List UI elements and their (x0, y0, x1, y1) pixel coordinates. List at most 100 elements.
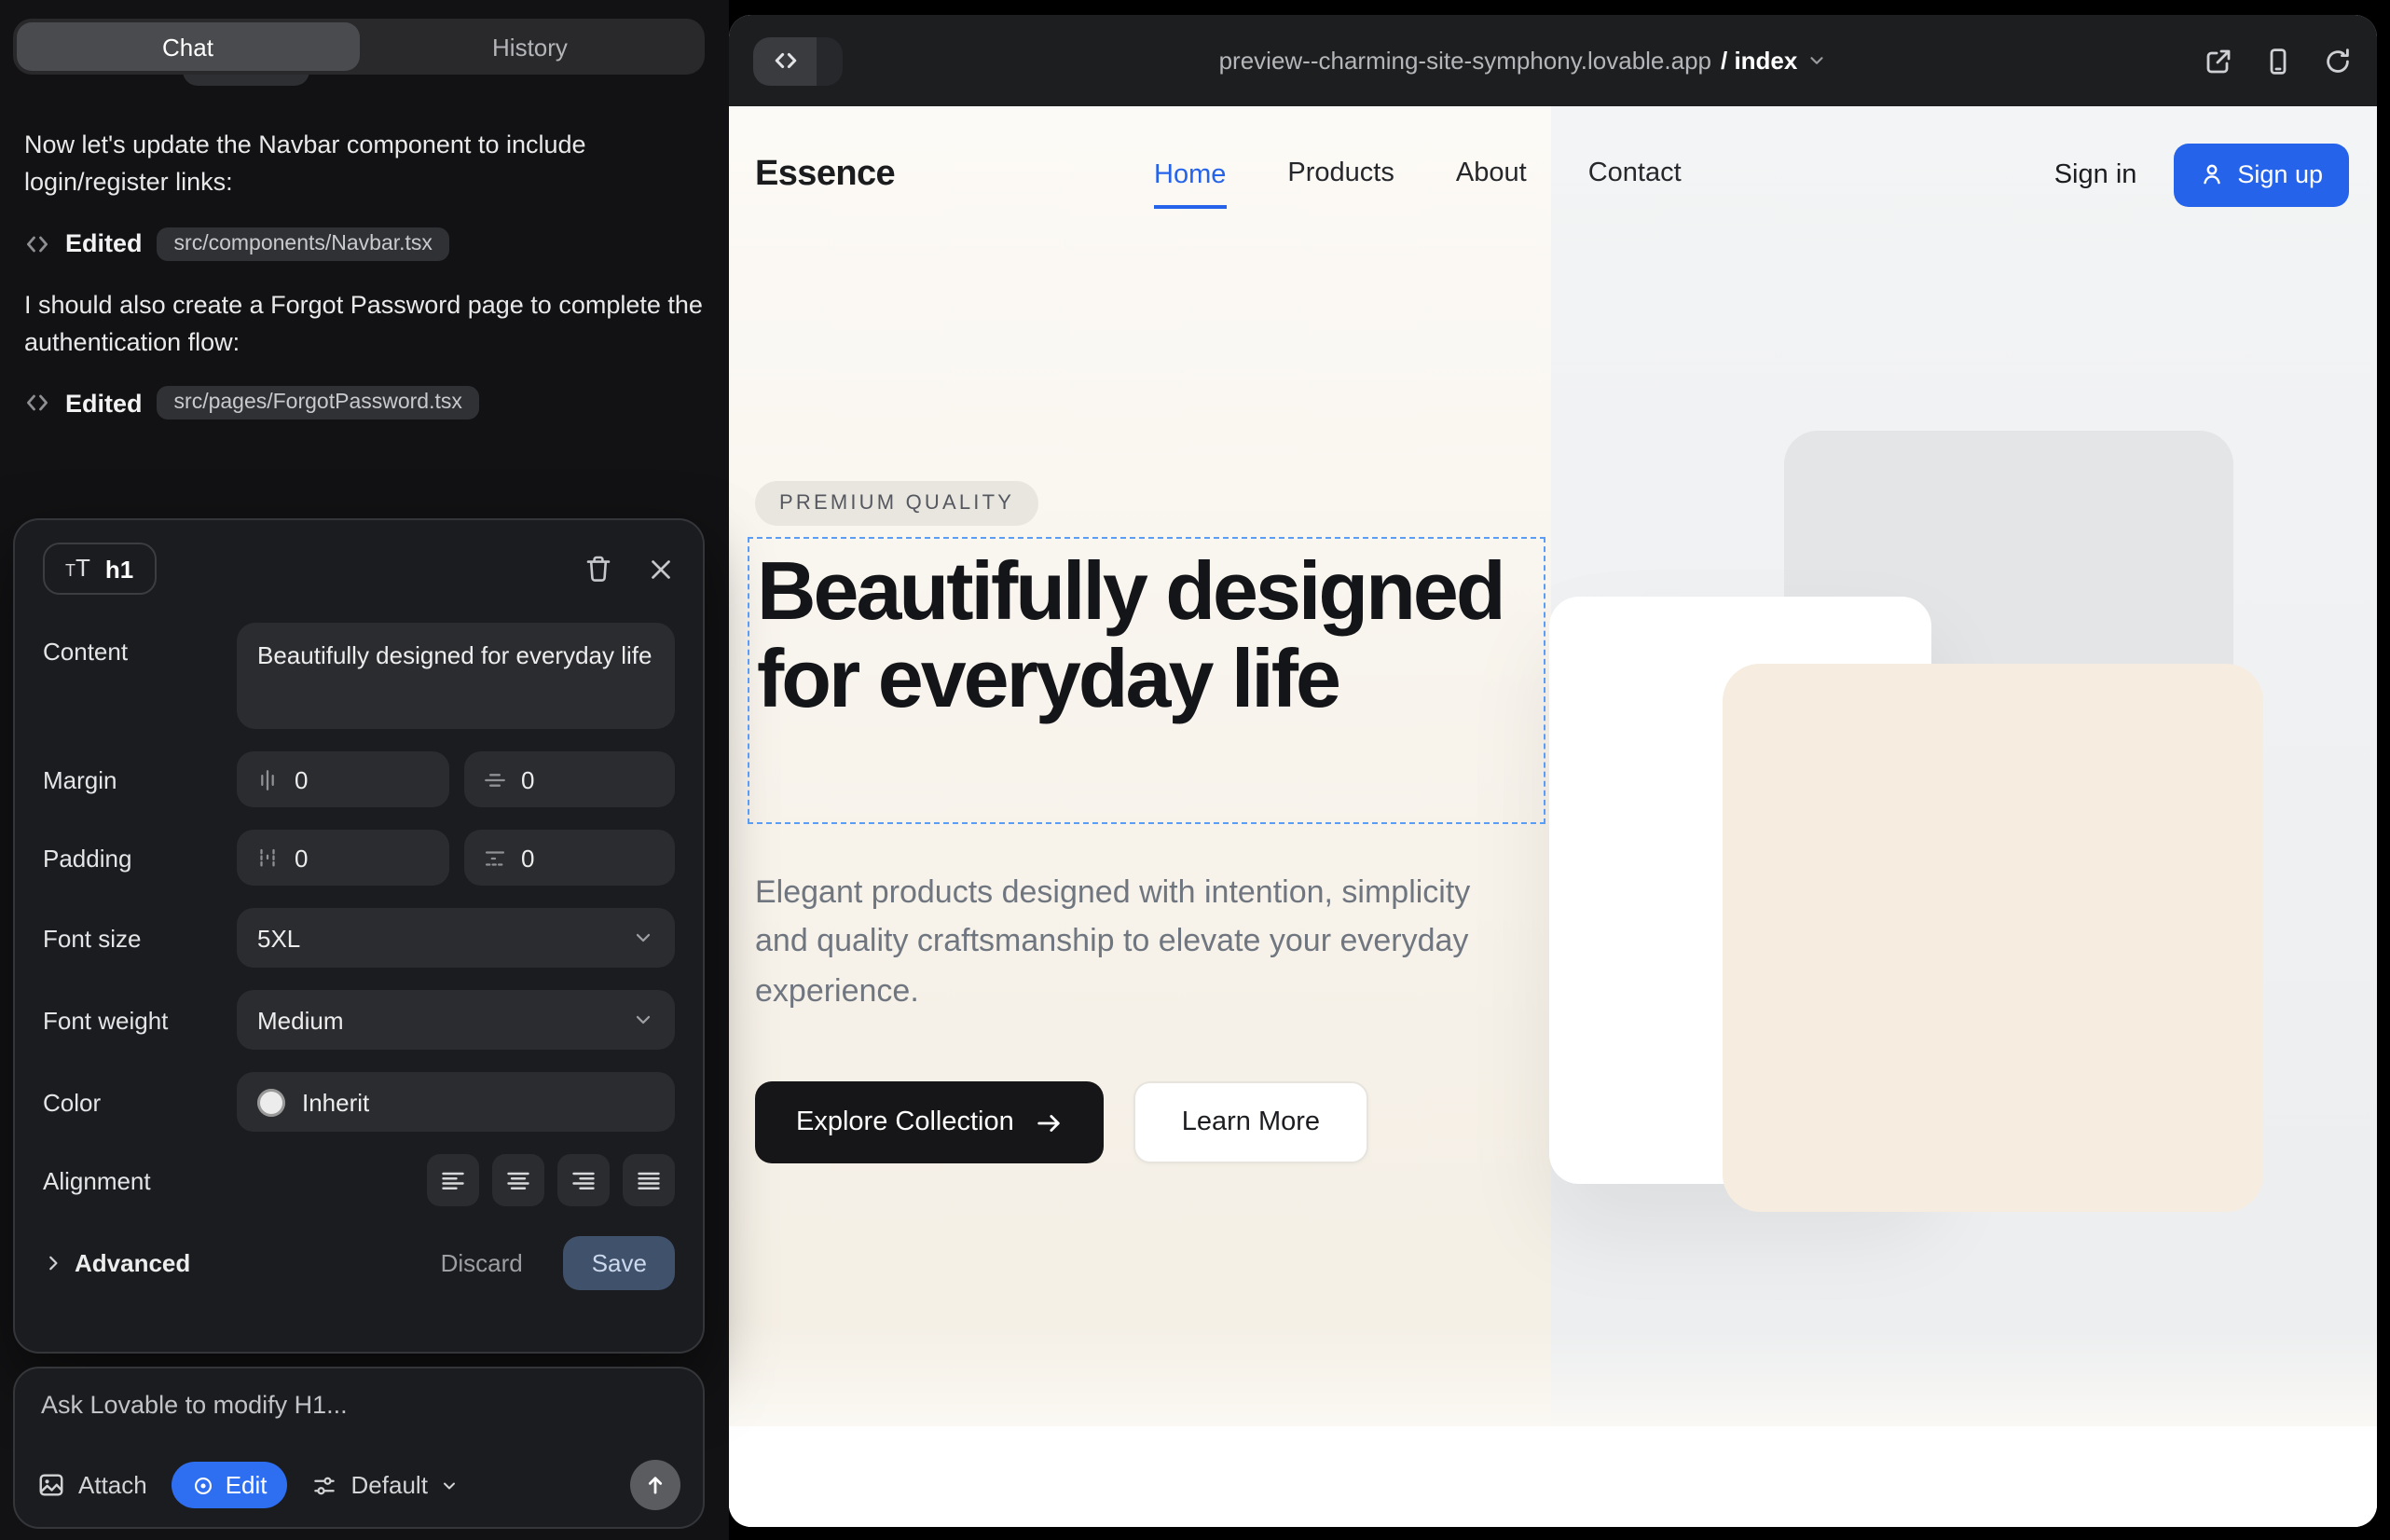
composer-input[interactable] (37, 1387, 688, 1458)
padding-horizontal-input[interactable]: 0 (463, 830, 675, 886)
color-select[interactable]: Inherit (237, 1072, 675, 1132)
content-input[interactable]: Beautifully designed for everyday life (237, 623, 675, 729)
arrow-right-icon (1035, 1108, 1063, 1136)
margin-vertical-value: 0 (295, 765, 308, 793)
refresh-button[interactable] (2323, 46, 2353, 76)
color-row: Color Inherit (43, 1072, 675, 1132)
padding-vertical-value: 0 (295, 844, 308, 872)
person-icon (2200, 162, 2224, 186)
chevron-down-icon (1806, 50, 1827, 71)
padding-vertical-input[interactable]: 0 (237, 830, 448, 886)
padding-row: Padding 0 0 (43, 830, 675, 886)
refresh-icon (2323, 46, 2353, 76)
chat-message: I should also create a Forgot Password p… (24, 286, 707, 362)
save-button[interactable]: Save (564, 1236, 675, 1290)
margin-horizontal-icon (482, 767, 506, 791)
mode-label: Default (351, 1471, 428, 1499)
learn-more-button[interactable]: Learn More (1133, 1081, 1368, 1163)
preview-toolbar: preview--charming-site-symphony.lovable.… (729, 15, 2377, 106)
hero-badge: PREMIUM QUALITY (755, 481, 1038, 526)
margin-horizontal-value: 0 (521, 765, 534, 793)
alignment-row: Alignment (43, 1154, 675, 1206)
file-chip[interactable]: src/components/Navbar.tsx (158, 227, 449, 260)
external-link-icon (2204, 46, 2233, 76)
open-in-new-tab-button[interactable] (2204, 46, 2233, 76)
hero-heading[interactable]: Beautifully designed for everyday life (749, 539, 1540, 723)
site-bottom-strip (729, 1426, 2377, 1527)
element-tag-badge[interactable]: TT h1 (43, 543, 156, 595)
sliders-icon (312, 1472, 338, 1498)
sign-in-link[interactable]: Sign in (2054, 159, 2137, 189)
nav-link-products[interactable]: Products (1287, 158, 1394, 191)
font-weight-select[interactable]: Medium (237, 990, 675, 1050)
delete-element-button[interactable] (584, 554, 613, 584)
arrow-up-icon (643, 1473, 667, 1497)
margin-vertical-input[interactable]: 0 (237, 751, 448, 807)
element-tag-name: h1 (105, 555, 133, 583)
nav-link-about[interactable]: About (1456, 158, 1527, 191)
chat-composer: Attach Edit Default (13, 1367, 705, 1529)
chat-messages: Now let's update the Navbar component to… (24, 127, 707, 446)
chevron-right-icon (43, 1253, 63, 1273)
site-canvas: Essence Home Products About Contact Sign… (729, 106, 2377, 1527)
preview-window: preview--charming-site-symphony.lovable.… (729, 15, 2377, 1527)
code-toggle-icon (771, 47, 799, 75)
code-icon (24, 390, 50, 416)
nav-link-contact[interactable]: Contact (1588, 158, 1682, 191)
url-domain: preview--charming-site-symphony.lovable.… (1219, 47, 1711, 75)
mobile-view-button[interactable] (2263, 46, 2293, 76)
sign-up-button[interactable]: Sign up (2174, 143, 2349, 206)
send-button[interactable] (630, 1460, 680, 1510)
close-icon (647, 555, 675, 583)
font-size-row: Font size 5XL (43, 908, 675, 968)
content-label: Content (43, 623, 237, 666)
align-right-button[interactable] (557, 1154, 610, 1206)
model-selector-button[interactable]: Default (312, 1471, 460, 1499)
toggle-panels-button[interactable] (753, 36, 817, 85)
advanced-toggle[interactable]: Advanced (43, 1249, 190, 1277)
margin-horizontal-input[interactable]: 0 (463, 751, 675, 807)
align-left-button[interactable] (427, 1154, 479, 1206)
url-bar[interactable]: preview--charming-site-symphony.lovable.… (1219, 47, 1828, 75)
close-editor-button[interactable] (647, 555, 675, 583)
chevron-down-icon (632, 927, 654, 949)
tab-history[interactable]: History (359, 22, 701, 71)
alignment-label: Alignment (43, 1166, 237, 1194)
edit-target-icon (192, 1474, 214, 1496)
edited-file-row: Edited src/pages/ForgotPassword.tsx (24, 386, 707, 419)
typography-icon: TT (65, 554, 90, 584)
h1-selection-outline[interactable]: Beautifully designed for everyday life (748, 537, 1545, 824)
margin-row: Margin 0 0 (43, 751, 675, 807)
align-right-icon (570, 1167, 597, 1193)
align-center-icon (505, 1167, 531, 1193)
padding-horizontal-icon (482, 846, 506, 870)
discard-button[interactable]: Discard (430, 1247, 534, 1279)
url-zone: preview--charming-site-symphony.lovable.… (843, 47, 2204, 75)
edit-label: Edit (226, 1471, 268, 1499)
padding-label: Padding (43, 844, 237, 872)
trash-icon (584, 554, 613, 584)
app-root: Chat History Now let's update the Navbar… (0, 0, 2390, 1540)
tab-chat[interactable]: Chat (17, 22, 359, 71)
margin-label: Margin (43, 765, 237, 793)
nav-link-home[interactable]: Home (1154, 159, 1226, 208)
hero-bottom-fade (729, 1322, 2377, 1426)
font-size-label: Font size (43, 924, 237, 952)
advanced-label: Advanced (75, 1249, 190, 1277)
attach-label: Attach (78, 1471, 147, 1499)
explore-collection-button[interactable]: Explore Collection (755, 1081, 1104, 1163)
site-logo[interactable]: Essence (755, 154, 895, 195)
font-weight-label: Font weight (43, 1006, 237, 1034)
align-center-button[interactable] (492, 1154, 544, 1206)
font-size-select[interactable]: 5XL (237, 908, 675, 968)
explore-collection-label: Explore Collection (796, 1107, 1014, 1137)
collapse-handle[interactable] (817, 36, 843, 85)
edit-mode-button[interactable]: Edit (172, 1462, 288, 1508)
attach-button[interactable]: Attach (37, 1471, 147, 1499)
chevron-down-icon (632, 1009, 654, 1031)
font-weight-row: Font weight Medium (43, 990, 675, 1050)
attach-image-icon (37, 1471, 65, 1499)
align-justify-button[interactable] (623, 1154, 675, 1206)
file-chip[interactable]: src/pages/ForgotPassword.tsx (158, 386, 479, 419)
site-nav-right: Sign in Sign up (2054, 143, 2349, 206)
